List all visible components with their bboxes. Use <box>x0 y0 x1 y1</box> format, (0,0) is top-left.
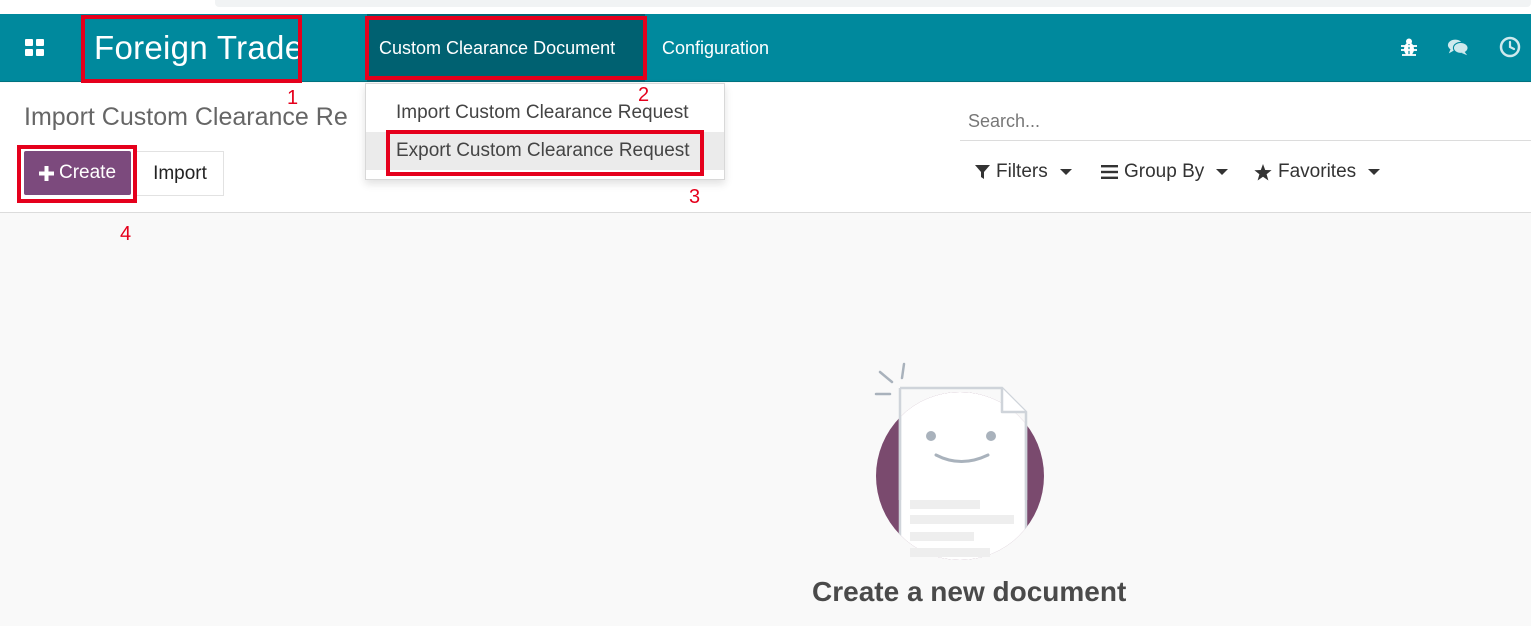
highlight-box-export <box>386 130 704 176</box>
dropdown-item-import-request[interactable]: Import Custom Clearance Request <box>366 94 724 132</box>
breadcrumb: Import Custom Clearance Re <box>24 103 348 131</box>
empty-state-title: Create a new document <box>812 576 1127 607</box>
search-input[interactable] <box>968 102 1508 140</box>
group-by-label: Group By <box>1124 161 1205 182</box>
favorites-label: Favorites <box>1278 161 1357 182</box>
caret-down-icon <box>1216 169 1229 175</box>
filters-label: Filters <box>996 161 1048 182</box>
highlight-box-app-title <box>81 15 302 83</box>
annotation-number-2: 2 <box>638 84 650 106</box>
control-panel: Import Custom Clearance Re Create Import… <box>0 83 1531 213</box>
browser-address-bar <box>215 0 1531 7</box>
annotation-number-3: 3 <box>689 186 701 208</box>
annotation-number-4: 4 <box>120 223 132 245</box>
empty-document-illustration <box>874 362 1044 560</box>
bug-icon[interactable] <box>1398 36 1420 58</box>
caret-down-icon <box>1368 169 1381 175</box>
caret-down-icon <box>1059 169 1072 175</box>
clock-icon[interactable] <box>1499 36 1521 58</box>
highlight-box-menu <box>365 16 647 80</box>
group-by-button[interactable]: Group By <box>1101 161 1229 183</box>
list-icon <box>1101 165 1118 179</box>
import-button[interactable]: Import <box>136 151 224 196</box>
search-box <box>960 102 1531 141</box>
favorites-button[interactable]: Favorites <box>1254 161 1381 183</box>
apps-menu-icon[interactable] <box>25 39 44 56</box>
filters-button[interactable]: Filters <box>975 161 1072 183</box>
chat-icon[interactable] <box>1447 36 1469 58</box>
browser-strip <box>0 0 1531 14</box>
highlight-box-create <box>17 145 137 203</box>
filter-icon <box>975 164 990 179</box>
star-icon <box>1254 163 1272 180</box>
menu-configuration[interactable]: Configuration <box>662 14 769 82</box>
annotation-number-1: 1 <box>287 87 299 109</box>
